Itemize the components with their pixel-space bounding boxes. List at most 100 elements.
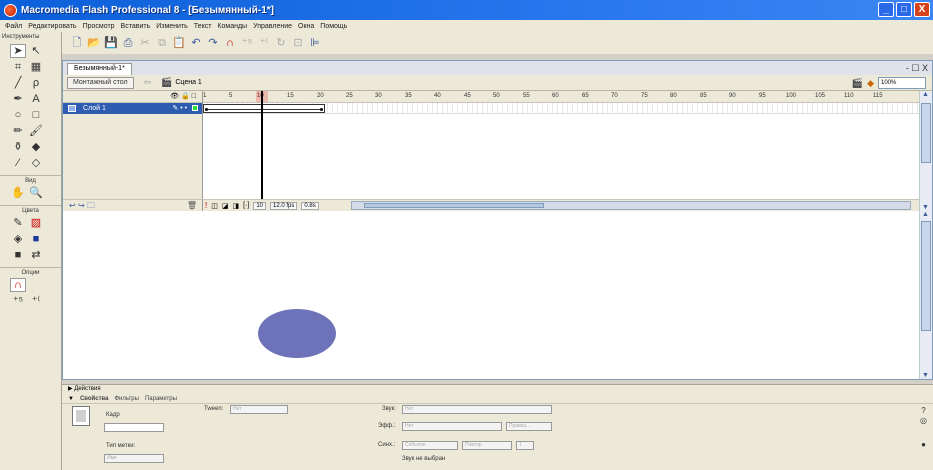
undo-icon[interactable]: ↶ <box>189 36 203 50</box>
onion-skin-icon[interactable]: ◫ <box>211 202 218 210</box>
menu-insert[interactable]: Вставить <box>118 23 154 30</box>
stage-scroll-up-icon[interactable]: ▲ <box>922 211 929 218</box>
copy-icon[interactable]: ⧉ <box>155 36 169 50</box>
paint-bucket-tool-icon[interactable]: ◆ <box>28 140 44 154</box>
sync-select[interactable]: Событие <box>402 441 458 450</box>
layer-row[interactable]: Слой 1 ✎ • • <box>63 103 202 114</box>
default-colors-icon[interactable]: ■ <box>10 248 26 262</box>
close-button[interactable]: X <box>914 2 930 17</box>
stroke-color-icon[interactable]: ✎ <box>10 216 26 230</box>
effect-select[interactable]: Нет <box>402 422 502 431</box>
fill-color-icon[interactable]: ◈ <box>10 232 26 246</box>
modify-markers-icon[interactable]: [·] <box>243 202 249 209</box>
ink-bottle-tool-icon[interactable]: ⚱ <box>10 140 26 154</box>
zoom-select[interactable]: 100% <box>878 77 926 89</box>
layer-controls[interactable]: ✎ • • <box>172 103 198 114</box>
selection-tool-icon[interactable]: ➤ <box>10 44 26 58</box>
stage-scroll-down-icon[interactable]: ▼ <box>922 372 929 379</box>
motion-tween-span[interactable] <box>203 104 325 113</box>
rectangle-tool-icon[interactable]: □ <box>28 108 44 122</box>
snap-magnet-icon[interactable]: ∩ <box>10 278 26 292</box>
tab-properties[interactable]: Свойства <box>80 396 109 402</box>
refresh-icon[interactable]: ● <box>920 440 927 450</box>
align-icon[interactable]: ⊫ <box>308 36 322 50</box>
sound-select[interactable]: Нет <box>402 405 552 414</box>
center-frame-icon[interactable]: ! <box>205 201 207 210</box>
maximize-button[interactable]: □ <box>896 2 912 17</box>
redo-icon[interactable]: ↷ <box>206 36 220 50</box>
straighten-toolbar-icon[interactable]: ⁺⁽ <box>257 36 271 50</box>
menu-modify[interactable]: Изменить <box>153 23 191 30</box>
save-icon[interactable]: 💾 <box>104 36 118 50</box>
subselection-tool-icon[interactable]: ↖ <box>28 44 44 58</box>
zoom-tool-icon[interactable]: 🔍 <box>28 186 44 200</box>
layer-frames[interactable] <box>203 103 919 114</box>
eyedropper-tool-icon[interactable]: ⁄ <box>10 156 26 170</box>
start-keyframe[interactable] <box>205 108 208 111</box>
swap-colors-icon[interactable]: ⇄ <box>28 248 44 262</box>
document-window-controls[interactable]: - ☐ X <box>906 63 928 74</box>
layer-outline-color[interactable] <box>192 105 198 112</box>
eraser-tool-icon[interactable]: ◇ <box>28 156 44 170</box>
oval-shape[interactable] <box>258 309 336 358</box>
stage[interactable] <box>63 211 919 379</box>
cut-icon[interactable]: ✂ <box>138 36 152 50</box>
paste-icon[interactable]: 📋 <box>172 36 186 50</box>
add-layer-icon[interactable]: ↩ <box>69 201 76 210</box>
text-tool-icon[interactable]: A <box>28 92 44 106</box>
hand-tool-icon[interactable]: ✋ <box>10 186 26 200</box>
menu-window[interactable]: Окна <box>295 23 317 30</box>
tab-filters[interactable]: Фильтры <box>114 396 138 402</box>
lasso-tool-icon[interactable]: ρ <box>28 76 44 90</box>
actions-panel-header[interactable]: ▶ Действия <box>62 384 933 394</box>
menu-commands[interactable]: Команды <box>214 23 250 30</box>
edit-target-icon[interactable]: ◎ <box>920 416 927 426</box>
tab-parameters[interactable]: Параметры <box>145 396 177 402</box>
label-type-select[interactable]: Имя <box>104 454 164 463</box>
straighten-icon[interactable]: ⁺⁽ <box>28 294 44 308</box>
timeline-horizontal-scrollbar[interactable] <box>351 201 911 210</box>
smooth-icon[interactable]: ⁺⁵ <box>10 294 26 308</box>
menu-help[interactable]: Помощь <box>317 23 350 30</box>
timeline-vscroll-thumb[interactable] <box>921 103 931 163</box>
line-tool-icon[interactable]: ╱ <box>10 76 26 90</box>
stage-vscroll-thumb[interactable] <box>921 221 931 331</box>
add-folder-icon[interactable]: 🗀 <box>87 201 95 210</box>
timeline-vertical-scrollbar[interactable]: ▲ ▼ <box>919 91 932 211</box>
pen-tool-icon[interactable]: ✒ <box>10 92 26 106</box>
edit-symbol-icon[interactable]: ◆ <box>867 78 874 89</box>
help-icon[interactable]: ? <box>920 406 927 416</box>
snap-icon[interactable]: ∩ <box>223 36 237 50</box>
smooth-toolbar-icon[interactable]: ⁺⁵ <box>240 36 254 50</box>
scroll-up-icon[interactable]: ▲ <box>922 91 929 98</box>
timeline-toggle-button[interactable]: Монтажный стол <box>67 76 134 89</box>
menu-control[interactable]: Управление <box>250 23 295 30</box>
scroll-down-icon[interactable]: ▼ <box>922 204 929 211</box>
timeline-scroll-thumb[interactable] <box>364 203 544 208</box>
edit-sound-button[interactable]: Правка... <box>506 422 552 431</box>
menu-file[interactable]: Файл <box>2 23 25 30</box>
rotate-icon[interactable]: ↻ <box>274 36 288 50</box>
back-arrow-icon[interactable]: ⇦ <box>144 77 152 88</box>
fill-transform-tool-icon[interactable]: ▦ <box>28 60 44 74</box>
add-guide-icon[interactable]: ↪ <box>78 201 85 210</box>
pencil-tool-icon[interactable]: ✏ <box>10 124 26 138</box>
frame-ruler[interactable]: 1 5 10 15 20 25 30 35 40 45 50 55 60 65 … <box>203 91 919 103</box>
brush-tool-icon[interactable]: 🖌 <box>28 124 44 138</box>
minimize-button[interactable]: _ <box>878 2 894 17</box>
end-keyframe[interactable] <box>320 108 323 111</box>
new-file-icon[interactable]: 🗋 <box>70 36 84 50</box>
fill-swatch-icon[interactable]: ■ <box>28 232 44 246</box>
playhead[interactable] <box>261 91 263 211</box>
free-transform-tool-icon[interactable]: ⌗ <box>10 60 26 74</box>
tween-select[interactable]: Нет <box>230 405 288 414</box>
document-tab[interactable]: Безымянный-1* <box>67 63 132 75</box>
onion-outlines-icon[interactable]: ◪ <box>222 202 229 210</box>
delete-layer-icon[interactable]: 🗑 <box>187 200 197 211</box>
open-file-icon[interactable]: 📂 <box>87 36 101 50</box>
repeat-count-input[interactable]: 1 <box>516 441 534 450</box>
edit-scene-icon[interactable]: 🎬 <box>852 78 863 89</box>
collapse-arrow-icon[interactable]: ▼ <box>68 396 74 402</box>
menu-text[interactable]: Текст <box>191 23 215 30</box>
print-icon[interactable]: ⎙ <box>121 36 135 50</box>
